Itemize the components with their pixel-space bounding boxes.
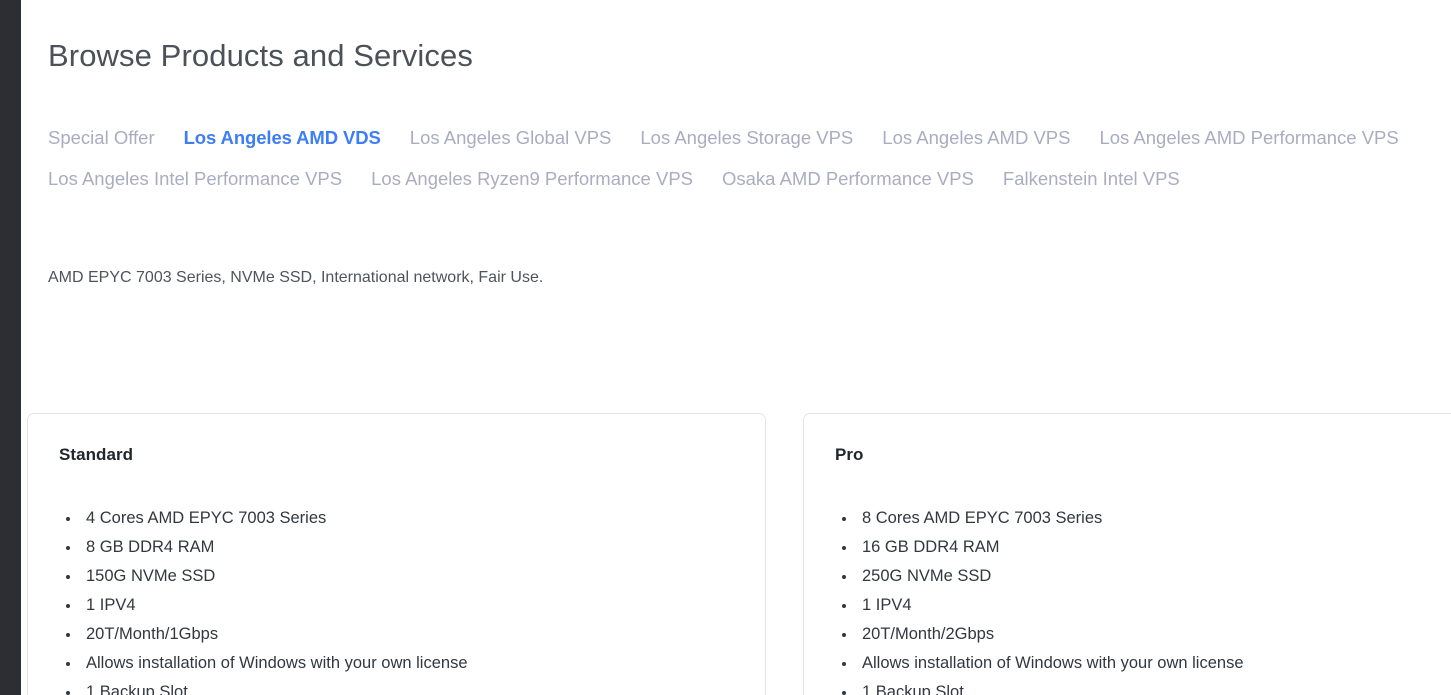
product-feature: 16 GB DDR4 RAM [835, 533, 1451, 562]
tab-osaka-amd-performance-vps[interactable]: Osaka AMD Performance VPS [722, 168, 974, 190]
product-feature: 250G NVMe SSD [835, 562, 1451, 591]
page-title: Browse Products and Services [48, 38, 473, 73]
product-card: Pro 8 Cores AMD EPYC 7003 Series 16 GB DDR… [803, 413, 1451, 695]
product-feature: 8 Cores AMD EPYC 7003 Series [835, 504, 1451, 533]
product-feature-list: 4 Cores AMD EPYC 7003 Series 8 GB DDR4 RA… [59, 504, 735, 695]
tab-los-angeles-amd-performance-vps[interactable]: Los Angeles AMD Performance VPS [1099, 127, 1398, 149]
product-name: Pro [835, 445, 864, 464]
product-card-list: Standard 4 Cores AMD EPYC 7003 Series 8 GB… [27, 413, 1451, 695]
tab-row: Los Angeles Intel Performance VPS Los Ang… [48, 168, 1451, 190]
product-feature: Allows installation of Windows with your… [835, 649, 1451, 678]
tab-los-angeles-amd-vps[interactable]: Los Angeles AMD VPS [882, 127, 1070, 149]
category-description: AMD EPYC 7003 Series, NVMe SSD, Internat… [48, 269, 544, 286]
product-name: Standard [59, 445, 134, 464]
product-feature: 150G NVMe SSD [59, 562, 735, 591]
product-feature: 1 Backup Slot [835, 678, 1451, 695]
product-feature: 8 GB DDR4 RAM [59, 533, 735, 562]
tab-falkenstein-intel-vps[interactable]: Falkenstein Intel VPS [1003, 168, 1180, 190]
sidebar-rail [0, 0, 21, 695]
product-feature: 4 Cores AMD EPYC 7003 Series [59, 504, 735, 533]
tab-los-angeles-intel-performance-vps[interactable]: Los Angeles Intel Performance VPS [48, 168, 342, 190]
tab-los-angeles-storage-vps[interactable]: Los Angeles Storage VPS [640, 127, 853, 149]
product-feature-list: 8 Cores AMD EPYC 7003 Series 16 GB DDR4 R… [835, 504, 1451, 695]
category-tabs: Special Offer Los Angeles AMD VDS Los Ange… [48, 127, 1451, 190]
tab-los-angeles-global-vps[interactable]: Los Angeles Global VPS [410, 127, 612, 149]
tab-los-angeles-amd-vds[interactable]: Los Angeles AMD VDS [184, 127, 381, 149]
product-feature: Allows installation of Windows with your… [59, 649, 735, 678]
product-card: Standard 4 Cores AMD EPYC 7003 Series 8 GB… [27, 413, 766, 695]
product-feature: 20T/Month/1Gbps [59, 620, 735, 649]
product-feature: 1 IPV4 [59, 591, 735, 620]
product-feature: 20T/Month/2Gbps [835, 620, 1451, 649]
tab-los-angeles-ryzen9-performance-vps[interactable]: Los Angeles Ryzen9 Performance VPS [371, 168, 693, 190]
tab-row: Special Offer Los Angeles AMD VDS Los Ange… [48, 127, 1451, 149]
product-feature: 1 IPV4 [835, 591, 1451, 620]
product-feature: 1 Backup Slot [59, 678, 735, 695]
page-root: Browse Products and Services Special Off… [0, 0, 1451, 695]
tab-special-offer[interactable]: Special Offer [48, 127, 155, 149]
